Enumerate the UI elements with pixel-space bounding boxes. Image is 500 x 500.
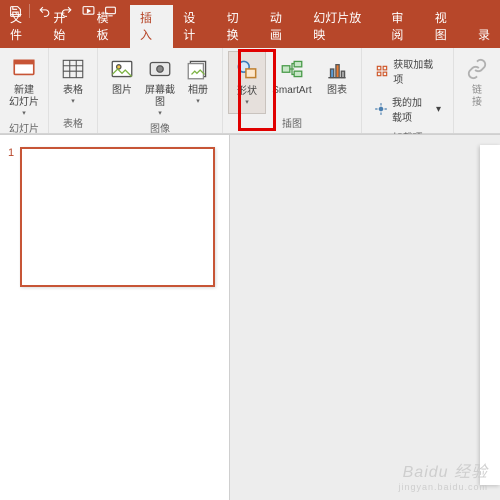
smartart-label: SmartArt <box>272 85 311 97</box>
store-icon <box>374 63 389 79</box>
chevron-down-icon: ▾ <box>158 109 162 117</box>
tab-slideshow[interactable]: 幻灯片放映 <box>303 5 381 48</box>
slide-canvas[interactable] <box>480 145 500 485</box>
my-addins-button[interactable]: 我的加载项 ▾ <box>368 90 447 128</box>
group-slides: 新建 幻灯片 ▾ 幻灯片 <box>0 48 49 133</box>
pictures-label: 图片 <box>112 85 132 97</box>
get-addins-label: 获取加载项 <box>393 56 441 86</box>
album-label: 相册 <box>188 85 208 97</box>
screenshot-icon <box>146 55 174 83</box>
table-icon <box>59 55 87 83</box>
tab-template[interactable]: 模板 <box>87 5 130 48</box>
chevron-down-icon: ▾ <box>196 97 200 105</box>
group-addins: 获取加载项 我的加载项 ▾ 加载项 <box>362 48 454 133</box>
tab-insert[interactable]: 插入 <box>130 5 173 48</box>
tab-record[interactable]: 录 <box>468 22 500 48</box>
new-slide-icon <box>10 55 38 83</box>
screenshot-button[interactable]: 屏幕截图 ▾ <box>141 51 179 119</box>
group-links: 链 接 <box>454 48 500 133</box>
chevron-down-icon: ▾ <box>71 97 75 105</box>
group-images: 图片 屏幕截图 ▾ 相册 ▾ 图像 <box>98 48 223 133</box>
watermark: Baidu 经验 jingyan.baidu.com <box>398 458 488 492</box>
chevron-down-icon: ▾ <box>22 109 26 117</box>
workspace: 1 <box>0 134 500 500</box>
watermark-url: jingyan.baidu.com <box>398 482 488 492</box>
tab-home[interactable]: 开始 <box>43 5 86 48</box>
get-addins-button[interactable]: 获取加载项 <box>368 52 447 90</box>
table-button[interactable]: 表格 ▾ <box>54 51 92 114</box>
smartart-icon <box>278 55 306 83</box>
my-addins-label: 我的加载项 <box>392 94 432 124</box>
group-label-tables: 表格 <box>63 114 83 133</box>
album-icon <box>184 55 212 83</box>
link-icon <box>463 55 491 83</box>
tab-file[interactable]: 文件 <box>0 5 43 48</box>
slide-thumbnail-panel[interactable]: 1 <box>0 135 230 500</box>
chart-label: 图表 <box>327 85 347 97</box>
link-label: 链 接 <box>472 85 482 109</box>
screenshot-label: 屏幕截图 <box>145 85 175 109</box>
tab-animations[interactable]: 动画 <box>260 5 303 48</box>
slide-thumbnail-row[interactable]: 1 <box>8 147 221 287</box>
album-button[interactable]: 相册 ▾ <box>179 51 217 119</box>
pictures-button[interactable]: 图片 <box>103 51 141 119</box>
table-label: 表格 <box>63 85 83 97</box>
ribbon-tabs: 文件 开始 模板 插入 设计 切换 动画 幻灯片放映 审阅 视图 录 <box>0 22 500 48</box>
slide-thumbnail[interactable] <box>20 147 215 287</box>
slide-canvas-area[interactable] <box>230 135 500 500</box>
addins-icon <box>374 101 388 117</box>
tab-transitions[interactable]: 切换 <box>217 5 260 48</box>
slide-number: 1 <box>8 147 14 287</box>
tab-view[interactable]: 视图 <box>425 5 468 48</box>
tab-review[interactable]: 审阅 <box>381 5 424 48</box>
new-slide-button[interactable]: 新建 幻灯片 ▾ <box>5 51 43 119</box>
tab-design[interactable]: 设计 <box>173 5 216 48</box>
chevron-down-icon: ▾ <box>436 104 441 115</box>
link-button[interactable]: 链 接 <box>459 51 495 133</box>
group-tables: 表格 ▾ 表格 <box>49 48 98 133</box>
new-slide-label: 新建 幻灯片 <box>9 85 39 109</box>
picture-icon <box>108 55 136 83</box>
annotation-highlight-box <box>238 49 276 131</box>
watermark-brand: Baidu 经验 <box>398 458 488 482</box>
chart-icon <box>323 55 351 83</box>
chart-button[interactable]: 图表 <box>318 51 356 114</box>
